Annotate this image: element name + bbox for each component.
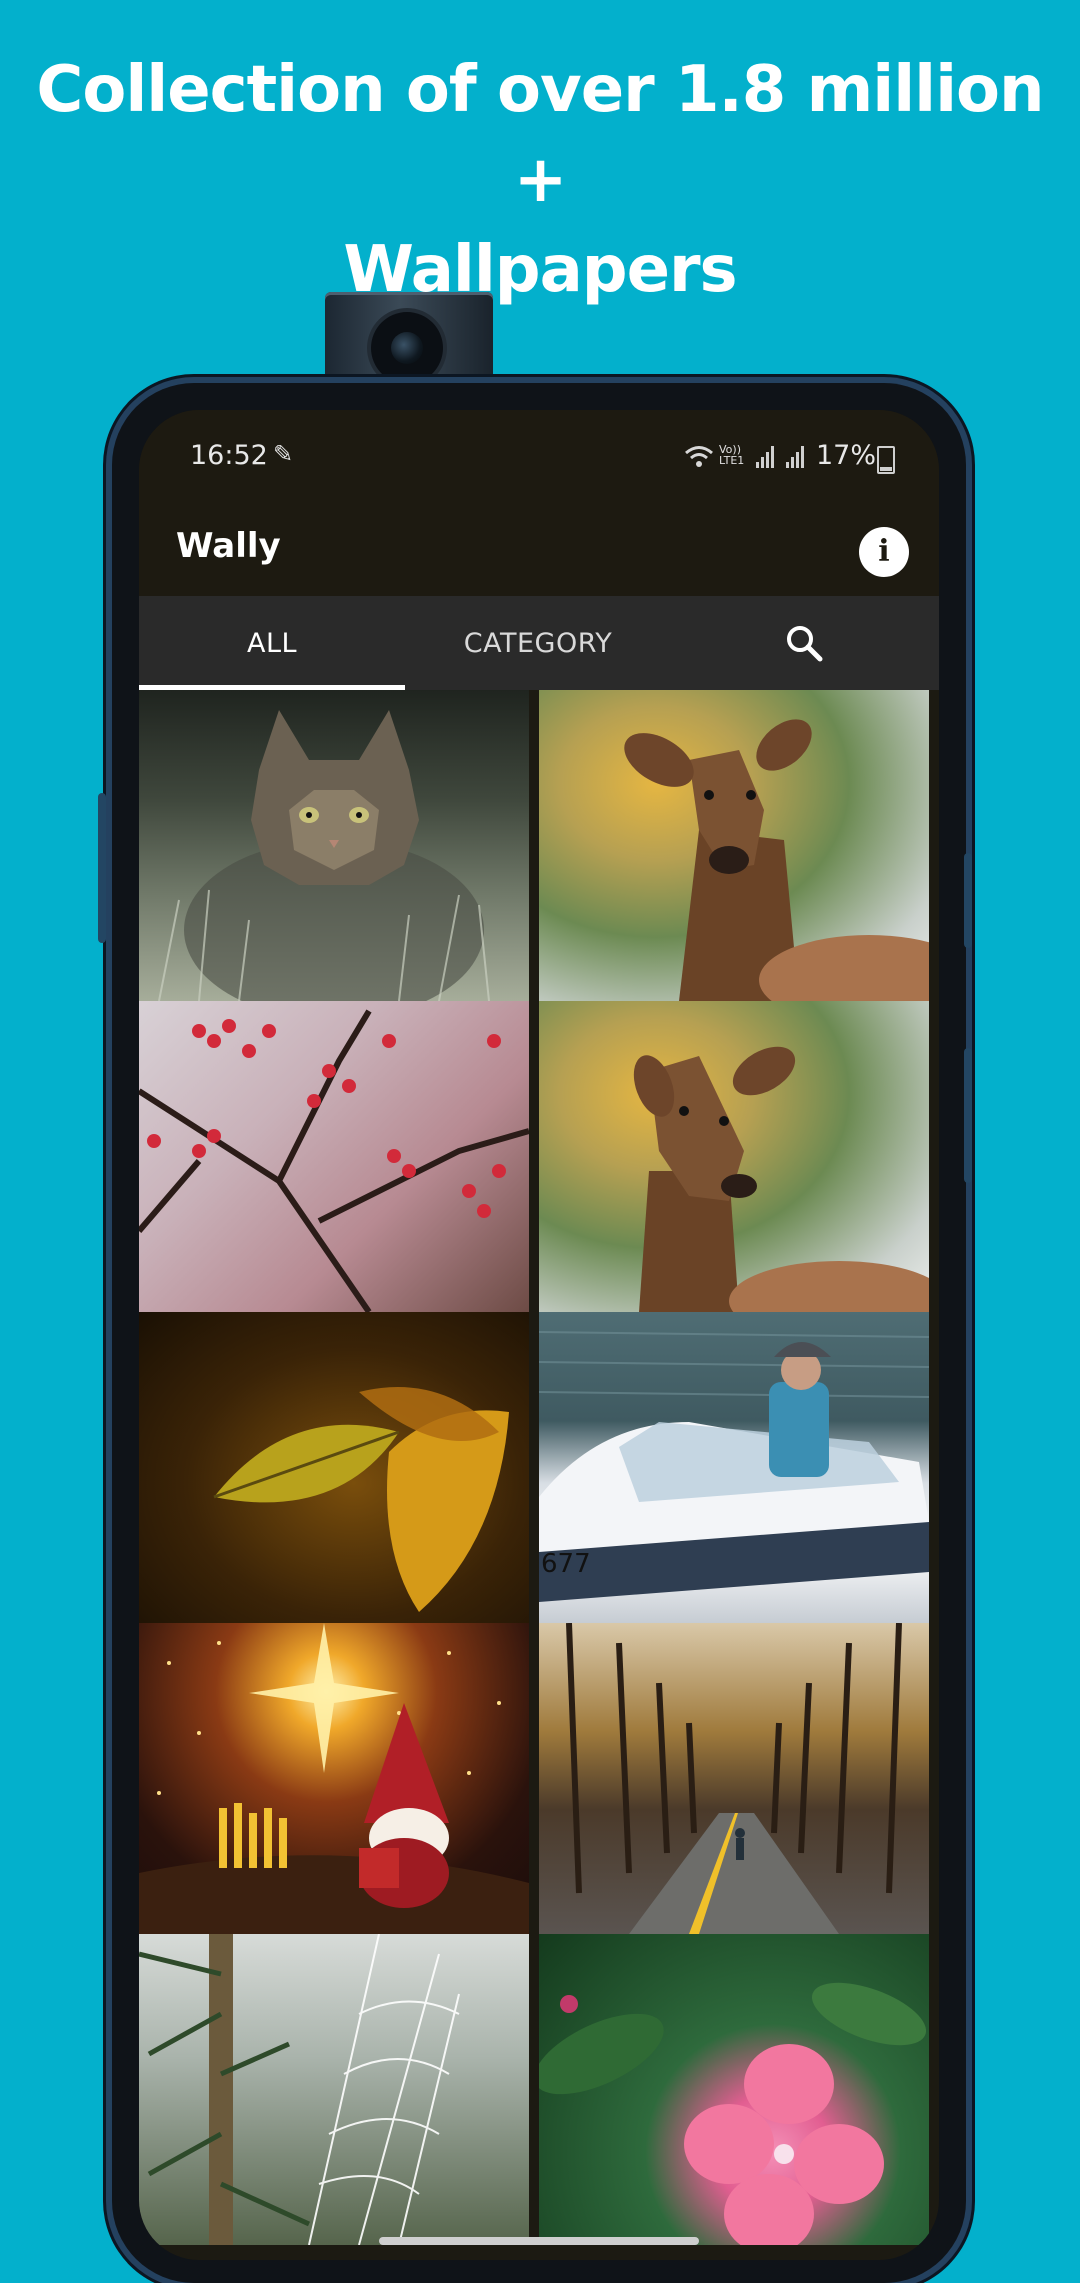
info-icon[interactable]: i bbox=[859, 527, 909, 577]
phone-frame: 16:52 ✎ Vo)) LTE1 17% Wally i ALL CATEGO… bbox=[98, 383, 972, 2283]
wallpaper-grid: 677 bbox=[139, 690, 939, 2245]
wallpaper-thumbnail[interactable] bbox=[139, 690, 529, 1001]
wallpaper-thumbnail[interactable] bbox=[539, 690, 929, 1001]
mute-icon: ✎ bbox=[273, 440, 294, 468]
battery-icon bbox=[877, 446, 895, 474]
promo-headline: Collection of over 1.8 million + Wallpap… bbox=[0, 45, 1080, 315]
wallpaper-thumbnail[interactable] bbox=[539, 1001, 929, 1312]
wifi-icon bbox=[684, 444, 714, 474]
status-bar: 16:52 ✎ Vo)) LTE1 17% bbox=[139, 410, 939, 500]
wallpaper-thumbnail[interactable] bbox=[139, 1001, 529, 1312]
headline-line-1: Collection of over 1.8 million + bbox=[36, 53, 1044, 217]
boat-number-text: 677 bbox=[541, 1549, 591, 1579]
wallpaper-thumbnail[interactable] bbox=[139, 1934, 529, 2245]
power-button bbox=[964, 853, 972, 948]
tab-bar: ALL CATEGORY bbox=[139, 596, 939, 690]
battery-percent: 17% bbox=[816, 440, 877, 471]
wallpaper-thumbnail[interactable] bbox=[539, 1934, 929, 2245]
signal-icon bbox=[756, 446, 774, 468]
side-button bbox=[98, 793, 106, 943]
popup-camera bbox=[325, 292, 493, 394]
status-time: 16:52 bbox=[190, 440, 268, 471]
volume-button bbox=[964, 1048, 972, 1183]
gesture-bar[interactable] bbox=[379, 2237, 699, 2245]
app-title: Wally bbox=[176, 526, 281, 566]
tab-label: ALL bbox=[246, 627, 298, 659]
wallpaper-thumbnail[interactable] bbox=[139, 1312, 529, 1623]
signal-icon-2 bbox=[786, 446, 804, 468]
tab-all[interactable]: ALL bbox=[139, 596, 405, 690]
camera-lens bbox=[371, 312, 443, 384]
volte-icon: Vo)) LTE1 bbox=[719, 443, 745, 467]
wallpaper-thumbnail[interactable]: 677 bbox=[539, 1312, 929, 1623]
headline-line-2: Wallpapers bbox=[343, 233, 737, 307]
tab-label: CATEGORY bbox=[463, 627, 613, 659]
phone-screen: 16:52 ✎ Vo)) LTE1 17% Wally i ALL CATEGO… bbox=[139, 410, 939, 2260]
tab-category[interactable]: CATEGORY bbox=[405, 596, 671, 690]
search-icon[interactable] bbox=[671, 596, 937, 690]
wallpaper-thumbnail[interactable] bbox=[539, 1623, 929, 1934]
app-bar: Wally i bbox=[139, 500, 939, 596]
wallpaper-thumbnail[interactable] bbox=[139, 1623, 529, 1934]
